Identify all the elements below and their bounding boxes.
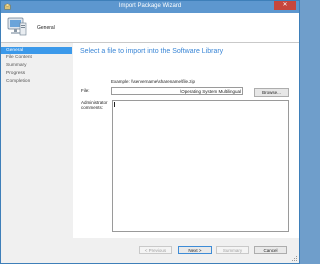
file-example-hint: Example: \\servername\sharename\file.zip xyxy=(111,79,196,84)
file-label: File: xyxy=(81,88,90,93)
resize-grip-icon[interactable] xyxy=(292,256,297,261)
wizard-step-list: General File Content Summary Progress Co… xyxy=(1,43,72,263)
computer-monitor-icon xyxy=(7,17,27,36)
cancel-button[interactable]: Cancel xyxy=(254,246,287,254)
close-button[interactable]: ✕ xyxy=(274,1,296,10)
text-caret xyxy=(114,102,115,107)
page-heading: Select a file to import into the Softwar… xyxy=(80,48,224,55)
wizard-window: Import Package Wizard ✕ General General … xyxy=(0,0,300,264)
step-general[interactable]: General xyxy=(1,47,72,54)
summary-button[interactable]: Summary xyxy=(216,246,249,254)
previous-button[interactable]: < Previous xyxy=(139,246,172,254)
step-completion[interactable]: Completion xyxy=(1,78,72,85)
wizard-content: Select a file to import into the Softwar… xyxy=(73,43,299,238)
administrator-comments-field[interactable] xyxy=(112,100,289,232)
browse-button[interactable]: Browse... xyxy=(254,88,289,97)
title-bar[interactable]: Import Package Wizard ✕ xyxy=(1,1,299,13)
step-summary[interactable]: Summary xyxy=(1,62,72,69)
administrator-comments-label: Administrator comments: xyxy=(81,100,108,110)
window-title: Import Package Wizard xyxy=(118,3,182,9)
header-title: General xyxy=(37,25,55,31)
file-path-input[interactable] xyxy=(111,87,243,95)
next-button[interactable]: Next > xyxy=(178,246,212,254)
step-file-content[interactable]: File Content xyxy=(1,54,72,61)
wizard-header: General xyxy=(1,13,299,43)
step-progress[interactable]: Progress xyxy=(1,70,72,77)
